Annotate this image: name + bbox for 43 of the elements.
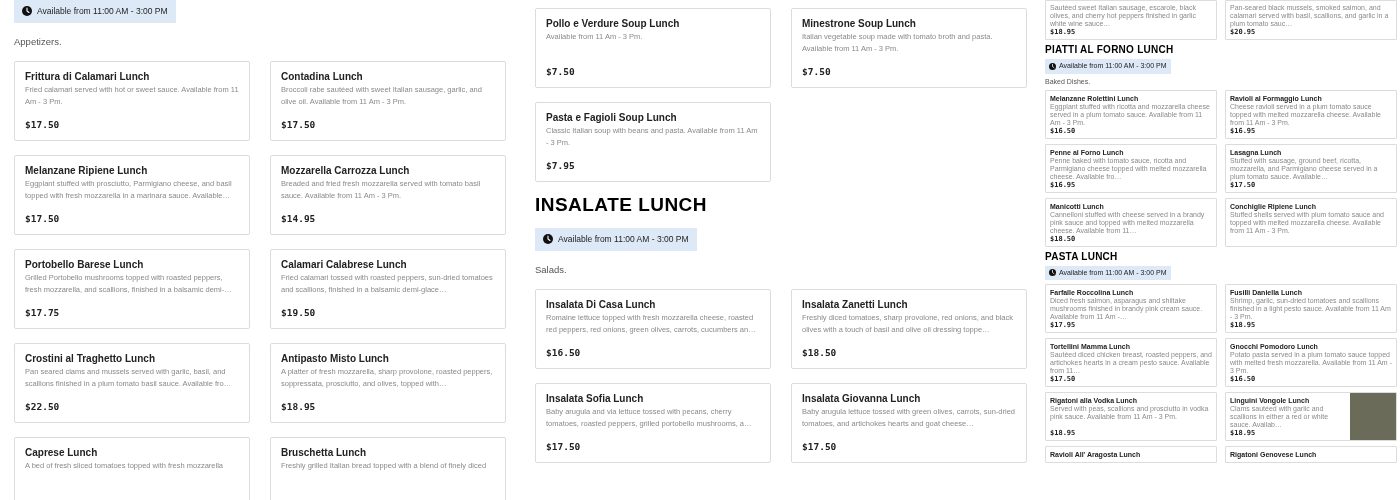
- item-name: Frittura di Calamari Lunch: [25, 70, 151, 84]
- section-heading: INSALATE LUNCH: [535, 194, 708, 216]
- item-price: $7.50: [802, 64, 832, 79]
- item-price: $19.50: [281, 305, 317, 320]
- item-name: Melanzane Ripiene Lunch: [25, 164, 149, 178]
- item-name: Insalata Giovanna Lunch: [802, 392, 922, 406]
- item-price: $17.50: [802, 439, 838, 454]
- clock-icon: [1049, 62, 1056, 70]
- item-name: Portobello Barese Lunch: [25, 258, 145, 272]
- item-name: Pasta e Fagioli Soup Lunch: [546, 111, 678, 125]
- item-price: $18.95: [281, 399, 317, 414]
- item-name: Insalata Di Casa Lunch: [546, 298, 657, 312]
- item-name: Minestrone Soup Lunch: [802, 17, 917, 31]
- item-price: $17.50: [25, 211, 61, 226]
- item-price: $14.95: [281, 211, 317, 226]
- item-name: Crostini al Traghetto Lunch: [25, 352, 156, 366]
- availability-badge: Available from 11:00 AM - 3:00 PM: [535, 228, 697, 251]
- item-price: $17.50: [546, 439, 582, 454]
- item-price: $16.50: [546, 345, 582, 360]
- clock-icon: [22, 6, 32, 17]
- item-price: $17.75: [25, 305, 61, 320]
- item-price: $22.50: [25, 399, 61, 414]
- section-description: Appetizers.: [14, 34, 63, 49]
- item-price: $17.50: [25, 117, 61, 132]
- section-heading: PIATTI AL FORNO LUNCH: [1045, 44, 1175, 55]
- item-name: Mozzarella Carrozza Lunch: [281, 164, 411, 178]
- clock-icon: [543, 234, 553, 245]
- section-heading: PASTA LUNCH: [1045, 250, 1119, 262]
- section-description: Salads.: [535, 262, 568, 277]
- item-name: Pollo e Verdure Soup Lunch: [546, 17, 681, 31]
- item-name: Contadina Lunch: [281, 70, 364, 84]
- item-price: $7.95: [546, 158, 576, 173]
- item-price: $18.50: [802, 345, 838, 360]
- item-name: Bruschetta Lunch: [281, 446, 367, 460]
- item-name: Calamari Calabrese Lunch: [281, 258, 408, 272]
- item-name: Antipasto Misto Lunch: [281, 352, 390, 366]
- item-price: $17.50: [281, 117, 317, 132]
- item-name: Insalata Sofia Lunch: [546, 392, 645, 406]
- clock-icon: [1049, 269, 1056, 277]
- availability-badge: Available from 11:00 AM - 3:00 PM: [14, 0, 176, 23]
- item-name: Caprese Lunch: [25, 446, 99, 460]
- item-name: Insalata Zanetti Lunch: [802, 298, 909, 312]
- item-price: $7.50: [546, 64, 576, 79]
